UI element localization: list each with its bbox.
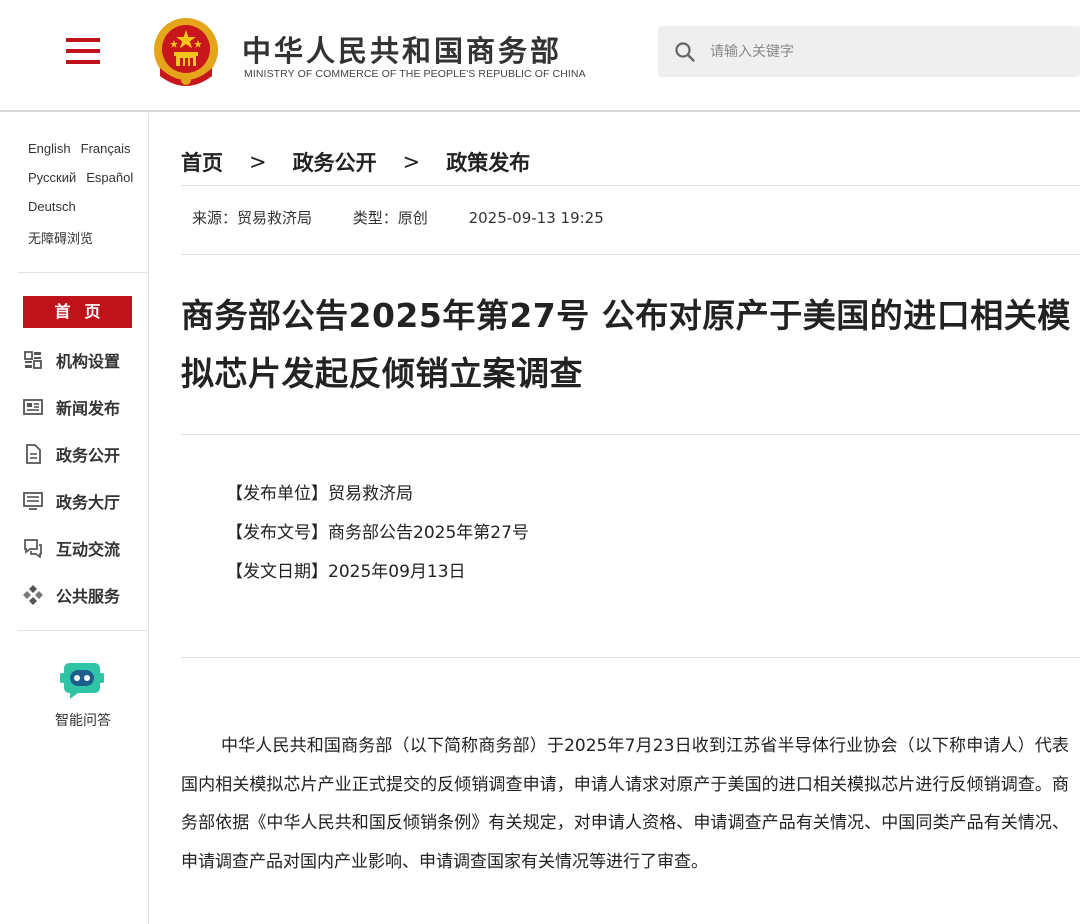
- sidebar-item-news[interactable]: 新闻发布: [22, 392, 148, 422]
- document-icon: [22, 443, 44, 465]
- public-service-icon: [22, 584, 44, 606]
- breadcrumb: 首页 > 政务公开 > 政策发布: [181, 147, 530, 177]
- sidebar-item-service-hall[interactable]: 政务大厅: [22, 486, 148, 516]
- sidebar-item-label: 公共服务: [56, 587, 121, 606]
- divider: [181, 254, 1080, 255]
- menu-bar: [66, 60, 100, 64]
- language-switcher: English Français Русский Español Deutsch 无…: [28, 141, 148, 257]
- left-sidebar: English Français Русский Español Deutsch 无…: [0, 113, 149, 924]
- sidebar-item-label: 新闻发布: [56, 399, 121, 418]
- lang-german-link[interactable]: Deutsch: [28, 199, 76, 214]
- search-icon[interactable]: [674, 41, 696, 63]
- article-body: 中华人民共和国商务部（以下简称商务部）于2025年7月23日收到江苏省半导体行业…: [181, 736, 1069, 872]
- menu-bar: [66, 49, 100, 53]
- search-input[interactable]: [710, 26, 1070, 77]
- org-structure-icon: [22, 349, 44, 371]
- lang-russian-link[interactable]: Русский: [28, 170, 76, 185]
- site-header: 中华人民共和国商务部 MINISTRY OF COMMERCE OF THE P…: [0, 0, 1080, 112]
- robot-chat-icon[interactable]: [58, 661, 106, 701]
- site-name-english[interactable]: MINISTRY OF COMMERCE OF THE PEOPLE'S REP…: [244, 68, 586, 80]
- accessibility-link[interactable]: 无障碍浏览: [28, 231, 93, 246]
- service-hall-icon: [22, 490, 44, 512]
- article-source: 来源：贸易救济局: [192, 209, 313, 227]
- ai-assistant-label[interactable]: 智能问答: [30, 710, 136, 730]
- sidebar-item-public-service[interactable]: 公共服务: [22, 580, 148, 610]
- publishing-unit: 【发布单位】贸易救济局: [226, 484, 413, 504]
- lang-spanish-link[interactable]: Español: [86, 170, 133, 185]
- sidebar-divider: [18, 630, 148, 631]
- search-bar: [658, 26, 1080, 77]
- document-number: 【发布文号】商务部公告2025年第27号: [226, 523, 529, 543]
- breadcrumb-gov-affairs[interactable]: 政务公开: [293, 147, 377, 177]
- sidebar-item-label: 互动交流: [56, 540, 121, 559]
- sidebar-home-button[interactable]: 首页: [23, 296, 132, 328]
- divider: [181, 434, 1080, 435]
- divider: [181, 657, 1080, 658]
- breadcrumb-policy-release[interactable]: 政策发布: [446, 147, 530, 177]
- lang-french-link[interactable]: Français: [81, 141, 131, 156]
- news-icon: [22, 396, 44, 418]
- chat-icon: [22, 537, 44, 559]
- article-info: 【发布单位】贸易救济局 【发布文号】商务部公告2025年第27号 【发文日期】2…: [226, 475, 529, 592]
- sidebar-item-interaction[interactable]: 互动交流: [22, 533, 148, 563]
- issue-date: 【发文日期】2025年09月13日: [226, 562, 466, 582]
- site-name-chinese[interactable]: 中华人民共和国商务部: [242, 28, 562, 70]
- sidebar-item-label: 政务大厅: [56, 493, 121, 512]
- menu-bar: [66, 38, 100, 42]
- article-datetime: 2025-09-13 19:25: [468, 209, 604, 227]
- hamburger-menu-icon[interactable]: [66, 38, 100, 64]
- divider: [181, 185, 1080, 186]
- sidebar-item-label: 机构设置: [56, 352, 121, 371]
- breadcrumb-home[interactable]: 首页: [181, 147, 223, 177]
- sidebar-item-label: 政务公开: [56, 446, 121, 465]
- sidebar-divider: [18, 272, 148, 273]
- article-meta: 来源：贸易救济局 类型：原创 2025-09-13 19:25: [192, 207, 640, 228]
- sidebar-item-org[interactable]: 机构设置: [22, 345, 148, 375]
- breadcrumb-separator: >: [402, 150, 421, 174]
- lang-english-link[interactable]: English: [28, 141, 71, 156]
- sidebar-item-gov-affairs[interactable]: 政务公开: [22, 439, 148, 469]
- breadcrumb-separator: >: [249, 150, 267, 174]
- article-type: 类型：原创: [352, 209, 428, 227]
- article-title: 商务部公告2025年第27号 公布对原产于美国的进口相关模拟芯片发起反倾销立案调…: [181, 296, 1071, 393]
- national-emblem-icon[interactable]: [152, 16, 220, 90]
